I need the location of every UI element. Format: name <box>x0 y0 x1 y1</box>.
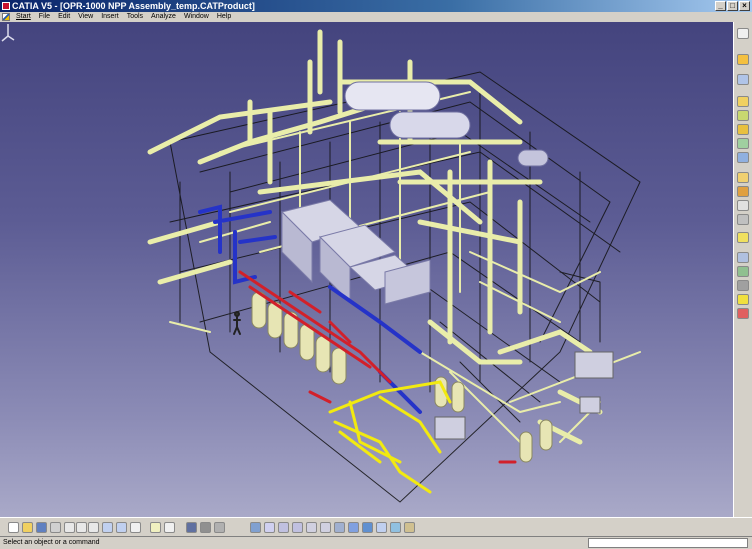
title-bar: CATIA V5 - [OPR-1000 NPP Assembly_temp.C… <box>0 0 752 12</box>
menu-tools[interactable]: Tools <box>123 12 147 22</box>
comment-icon[interactable] <box>164 522 175 533</box>
views-icon[interactable] <box>348 522 359 533</box>
human-figure <box>233 311 241 335</box>
new-icon[interactable] <box>8 522 19 533</box>
bill-of-material-icon[interactable] <box>737 308 749 319</box>
menu-insert[interactable]: Insert <box>97 12 123 22</box>
normal-view-icon[interactable] <box>334 522 345 533</box>
part-icon[interactable] <box>737 110 749 121</box>
menu-start[interactable]: Start <box>12 12 35 22</box>
generate-numbering-icon[interactable] <box>737 172 749 183</box>
design-table-icon[interactable] <box>200 522 211 533</box>
close-button[interactable]: × <box>739 1 750 11</box>
start-menu-icon[interactable] <box>2 13 10 21</box>
render-style-icon[interactable] <box>362 522 373 533</box>
graph-tree-icon[interactable] <box>737 152 749 163</box>
window-title: CATIA V5 - [OPR-1000 NPP Assembly_temp.C… <box>12 1 255 11</box>
scene-icon[interactable] <box>737 294 749 305</box>
pipe-network-bright-yellow <box>328 380 452 494</box>
redo-icon[interactable] <box>116 522 127 533</box>
manipulate-icon[interactable] <box>737 232 749 243</box>
3d-viewport[interactable] <box>0 22 733 517</box>
whats-this-icon[interactable] <box>130 522 141 533</box>
maximize-button[interactable]: □ <box>727 1 738 11</box>
select-icon[interactable] <box>737 28 749 39</box>
menu-help[interactable]: Help <box>213 12 235 22</box>
cut-icon[interactable] <box>64 522 75 533</box>
explode-icon[interactable] <box>737 252 749 263</box>
existing-component-icon[interactable] <box>737 124 749 135</box>
fix-icon[interactable] <box>737 200 749 211</box>
print-icon[interactable] <box>50 522 61 533</box>
menu-edit[interactable]: Edit <box>54 12 74 22</box>
bottom-toolbar <box>0 517 752 536</box>
rotate-icon[interactable] <box>292 522 303 533</box>
command-input[interactable] <box>588 538 748 548</box>
catalog-icon[interactable] <box>186 522 197 533</box>
catia-app-icon[interactable] <box>2 2 10 10</box>
stop-manipulate-icon[interactable] <box>737 266 749 277</box>
fly-mode-icon[interactable] <box>250 522 261 533</box>
right-toolbar <box>733 22 752 517</box>
menu-window[interactable]: Window <box>180 12 213 22</box>
status-bar: Select an object or a command <box>0 536 752 549</box>
menu-bar: Start File Edit View Insert Tools Analyz… <box>0 12 752 22</box>
fit-all-icon[interactable] <box>264 522 275 533</box>
open-icon[interactable] <box>22 522 33 533</box>
measure-icon[interactable] <box>737 280 749 291</box>
menu-file[interactable]: File <box>35 12 54 22</box>
swap-visible-icon[interactable] <box>390 522 401 533</box>
minimize-button[interactable]: _ <box>715 1 726 11</box>
undo-icon[interactable] <box>102 522 113 533</box>
zoom-in-icon[interactable] <box>306 522 317 533</box>
menu-view[interactable]: View <box>74 12 97 22</box>
paste-icon[interactable] <box>88 522 99 533</box>
snap-icon[interactable] <box>737 214 749 225</box>
zoom-out-icon[interactable] <box>320 522 331 533</box>
law-icon[interactable] <box>214 522 225 533</box>
apply-material-icon[interactable] <box>404 522 415 533</box>
fly-icon[interactable] <box>737 54 749 65</box>
plant-model[interactable] <box>0 22 733 517</box>
compass-axis-icon[interactable] <box>0 22 16 44</box>
hide-show-icon[interactable] <box>376 522 387 533</box>
copy-icon[interactable] <box>76 522 87 533</box>
component-icon[interactable] <box>737 96 749 107</box>
replace-icon[interactable] <box>737 138 749 149</box>
constraint-icon[interactable] <box>737 186 749 197</box>
pan-icon[interactable] <box>278 522 289 533</box>
save-icon[interactable] <box>36 522 47 533</box>
status-prompt: Select an object or a command <box>3 539 100 546</box>
menu-analyze[interactable]: Analyze <box>147 12 180 22</box>
product-icon[interactable] <box>737 74 749 85</box>
formula-icon[interactable] <box>150 522 161 533</box>
